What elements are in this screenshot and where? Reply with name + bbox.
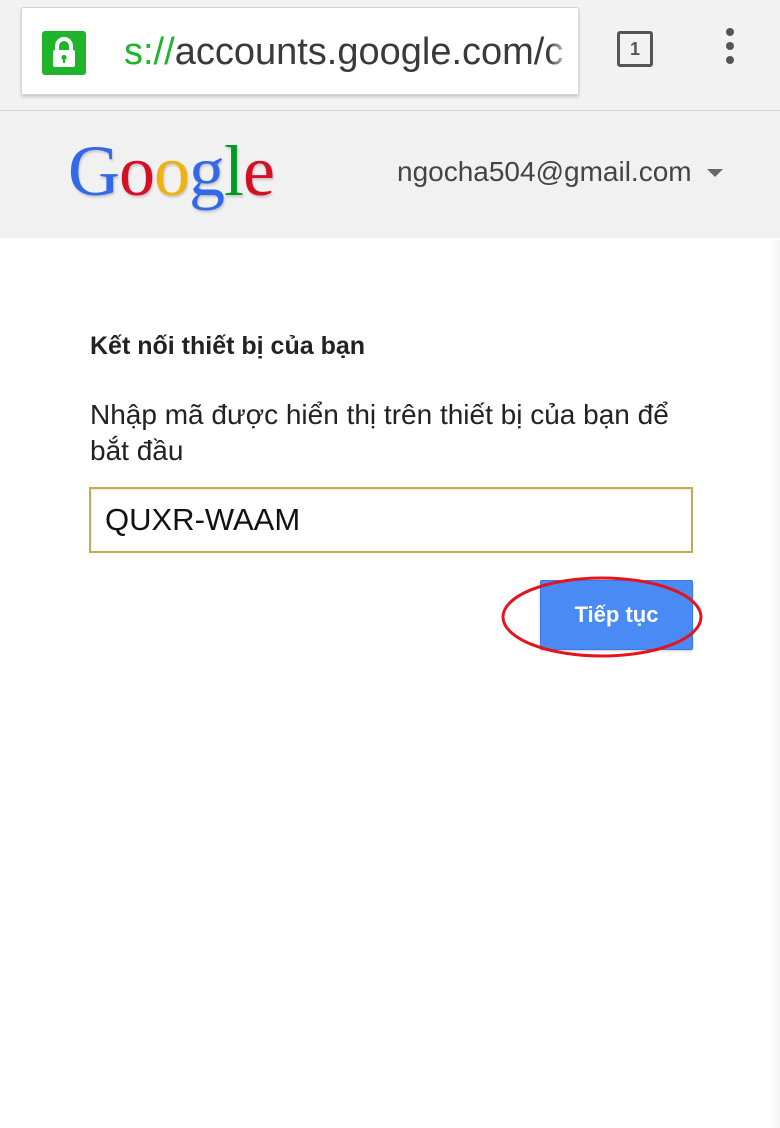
logo-letter: l	[224, 131, 244, 211]
page-title: Kết nối thiết bị của bạn	[90, 332, 366, 360]
more-vert-icon[interactable]	[715, 28, 745, 72]
menu-dot	[726, 28, 734, 36]
url-scheme: s://	[124, 31, 175, 73]
url-fade	[548, 8, 578, 94]
lock-icon	[42, 31, 86, 75]
logo-letter: o	[154, 131, 190, 211]
continue-button[interactable]: Tiếp tục	[540, 580, 693, 650]
tabs-icon[interactable]: 1	[617, 31, 653, 67]
device-code-input[interactable]	[89, 487, 693, 553]
logo-letter: g	[189, 131, 225, 211]
browser-toolbar: s://accounts.google.com/c 1	[0, 0, 780, 111]
account-email[interactable]: ngocha504@gmail.com	[397, 155, 692, 189]
logo-letter: o	[119, 131, 155, 211]
menu-dot	[726, 42, 734, 50]
logo-letter: e	[243, 131, 275, 211]
address-bar[interactable]: s://accounts.google.com/c	[21, 7, 579, 95]
url-host: accounts.google.com/	[174, 31, 545, 73]
page: s://accounts.google.com/c 1 Google ngoch…	[0, 0, 780, 1128]
url-text: s://accounts.google.com/c	[124, 28, 563, 76]
menu-dot	[726, 56, 734, 64]
edge-shadow	[770, 240, 780, 1128]
logo-letter: G	[68, 131, 120, 211]
google-header: Google ngocha504@gmail.com	[0, 111, 780, 238]
google-logo[interactable]: Google	[68, 131, 275, 211]
chevron-down-icon[interactable]	[707, 169, 723, 177]
instruction-text: Nhập mã được hiển thị trên thiết bị của …	[90, 399, 669, 466]
